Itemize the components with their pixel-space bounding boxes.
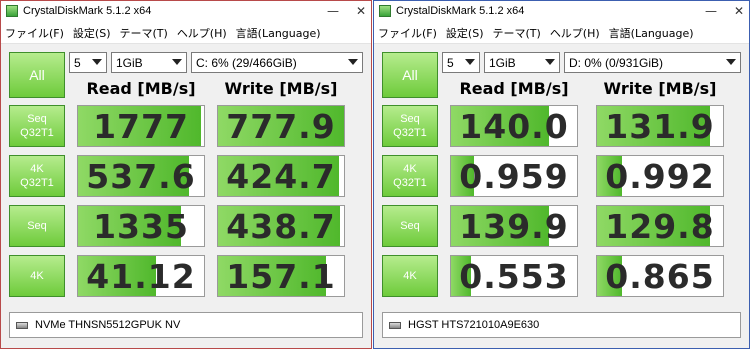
chevron-down-icon: [726, 59, 736, 65]
close-icon[interactable]: ✕: [355, 4, 367, 18]
read-result: 41.12: [77, 255, 205, 297]
write-header: Write [MB/s]: [603, 78, 717, 98]
read-value: 537.6: [86, 156, 196, 196]
chevron-down-icon: [92, 59, 102, 65]
menu-file[interactable]: ファイル(F): [5, 25, 64, 41]
write-value: 438.7: [226, 206, 336, 246]
chevron-down-icon: [465, 59, 475, 65]
window-title: CrystalDiskMark 5.1.2 x64: [23, 5, 152, 17]
menu-theme[interactable]: テーマ(T): [493, 25, 541, 41]
drive-value: D: 0% (0/931GiB): [569, 55, 664, 70]
read-value: 0.553: [459, 256, 569, 296]
read-value: 140.0: [459, 106, 569, 146]
chevron-down-icon: [348, 59, 358, 65]
drive-model: NVMe THNSN5512GPUK NV: [35, 319, 181, 331]
write-value: 424.7: [226, 156, 336, 196]
read-result: 139.9: [450, 205, 578, 247]
test-button-seq[interactable]: Seq: [9, 205, 65, 247]
close-icon[interactable]: ✕: [733, 4, 745, 18]
count-select[interactable]: 5: [69, 52, 107, 73]
menu-language[interactable]: 言語(Language): [609, 25, 694, 41]
all-button[interactable]: All: [9, 52, 65, 98]
count-value: 5: [74, 55, 81, 70]
chevron-down-icon: [545, 59, 555, 65]
menu-theme[interactable]: テーマ(T): [120, 25, 168, 41]
write-value: 0.865: [605, 256, 715, 296]
test-button-4k-q32t1[interactable]: 4K Q32T1: [382, 155, 438, 197]
crystaldiskmark-window-left: CrystalDiskMark 5.1.2 x64 — ✕ ファイル(F) 設定…: [0, 0, 372, 349]
drive-icon: [16, 321, 28, 329]
read-result: 140.0: [450, 105, 578, 147]
read-value: 139.9: [459, 206, 569, 246]
read-result: 1335: [77, 205, 205, 247]
menu-language[interactable]: 言語(Language): [236, 25, 321, 41]
read-value: 0.959: [459, 156, 569, 196]
write-result: 157.1: [217, 255, 345, 297]
drive-icon: [389, 321, 401, 329]
title-bar[interactable]: CrystalDiskMark 5.1.2 x64 — ✕: [374, 1, 749, 23]
drive-select[interactable]: D: 0% (0/931GiB): [564, 52, 741, 73]
count-value: 5: [447, 55, 454, 70]
menu-help[interactable]: ヘルプ(H): [550, 25, 600, 41]
write-result: 0.992: [596, 155, 724, 197]
write-result: 0.865: [596, 255, 724, 297]
write-result: 131.9: [596, 105, 724, 147]
menu-settings[interactable]: 設定(S): [73, 25, 111, 41]
drive-value: C: 6% (29/466GiB): [196, 55, 297, 70]
test-button-4k[interactable]: 4K: [382, 255, 438, 297]
chevron-down-icon: [172, 59, 182, 65]
menu-bar: ファイル(F) 設定(S) テーマ(T) ヘルプ(H) 言語(Language): [1, 23, 371, 44]
test-button-4k-q32t1[interactable]: 4K Q32T1: [9, 155, 65, 197]
menu-settings[interactable]: 設定(S): [446, 25, 484, 41]
menu-file[interactable]: ファイル(F): [378, 25, 437, 41]
write-header: Write [MB/s]: [224, 78, 338, 98]
write-value: 131.9: [605, 106, 715, 146]
read-value: 41.12: [86, 256, 196, 296]
write-result: 424.7: [217, 155, 345, 197]
read-header: Read [MB/s]: [86, 78, 196, 98]
read-value: 1777: [93, 106, 189, 146]
test-button-seq-q32t1[interactable]: Seq Q32T1: [9, 105, 65, 147]
write-result: 777.9: [217, 105, 345, 147]
test-button-seq[interactable]: Seq: [382, 205, 438, 247]
count-select[interactable]: 5: [442, 52, 480, 73]
write-value: 777.9: [226, 106, 336, 146]
crystaldiskmark-window-right: CrystalDiskMark 5.1.2 x64 — ✕ ファイル(F) 設定…: [373, 0, 750, 349]
drive-info-box: HGST HTS721010A9E630: [382, 312, 741, 338]
size-select[interactable]: 1GiB: [111, 52, 187, 73]
drive-info-box: NVMe THNSN5512GPUK NV: [9, 312, 363, 338]
read-result: 537.6: [77, 155, 205, 197]
menu-help[interactable]: ヘルプ(H): [177, 25, 227, 41]
app-icon: [379, 5, 391, 17]
write-value: 129.8: [605, 206, 715, 246]
test-button-4k[interactable]: 4K: [9, 255, 65, 297]
read-result: 0.553: [450, 255, 578, 297]
read-result: 0.959: [450, 155, 578, 197]
read-value: 1335: [93, 206, 189, 246]
minimize-icon[interactable]: —: [327, 4, 339, 18]
read-header: Read [MB/s]: [459, 78, 569, 98]
window-title: CrystalDiskMark 5.1.2 x64: [396, 5, 525, 17]
app-icon: [6, 5, 18, 17]
minimize-icon[interactable]: —: [705, 4, 717, 18]
title-bar[interactable]: CrystalDiskMark 5.1.2 x64 — ✕: [1, 1, 371, 23]
test-button-seq-q32t1[interactable]: Seq Q32T1: [382, 105, 438, 147]
read-result: 1777: [77, 105, 205, 147]
menu-bar: ファイル(F) 設定(S) テーマ(T) ヘルプ(H) 言語(Language): [374, 23, 749, 44]
drive-model: HGST HTS721010A9E630: [408, 319, 540, 331]
write-result: 438.7: [217, 205, 345, 247]
write-result: 129.8: [596, 205, 724, 247]
write-value: 157.1: [226, 256, 336, 296]
size-value: 1GiB: [489, 55, 516, 70]
size-value: 1GiB: [116, 55, 143, 70]
write-value: 0.992: [605, 156, 715, 196]
size-select[interactable]: 1GiB: [484, 52, 560, 73]
all-button[interactable]: All: [382, 52, 438, 98]
drive-select[interactable]: C: 6% (29/466GiB): [191, 52, 363, 73]
